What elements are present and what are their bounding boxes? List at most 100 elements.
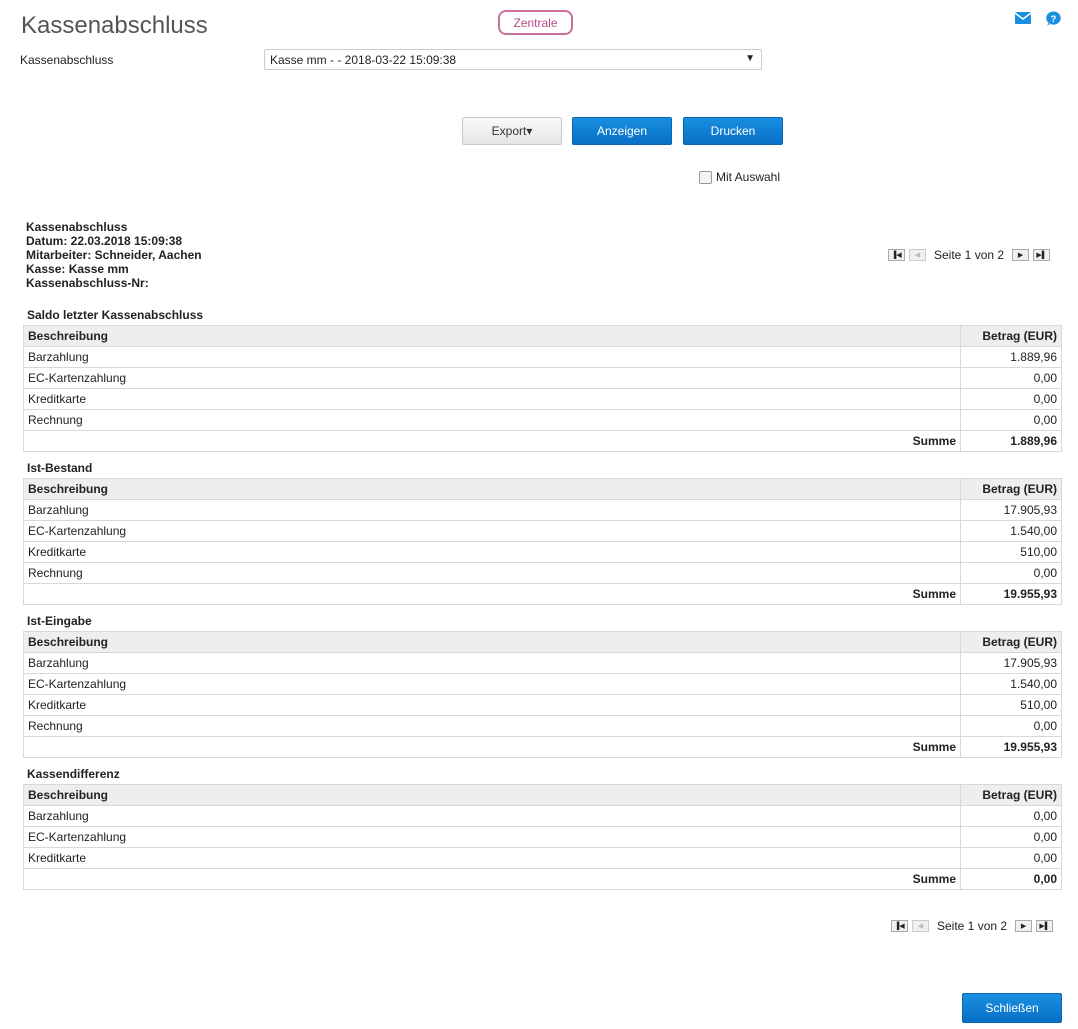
table-header-row: Beschreibung Betrag (EUR)	[23, 631, 1062, 653]
table-row: EC-Kartenzahlung 0,00	[23, 826, 1062, 848]
row-amount: 0,00	[960, 409, 1062, 431]
column-header-betrag: Betrag (EUR)	[960, 325, 1062, 347]
mit-auswahl-checkbox[interactable]	[699, 170, 712, 184]
svg-text:?: ?	[1051, 14, 1057, 24]
row-amount: 0,00	[960, 367, 1062, 389]
table-header-row: Beschreibung Betrag (EUR)	[23, 784, 1062, 806]
prev-page-icon[interactable]: ◀	[912, 920, 929, 932]
table-header-row: Beschreibung Betrag (EUR)	[23, 478, 1062, 500]
row-description: Barzahlung	[23, 346, 961, 368]
last-page-icon[interactable]: ▶▌	[1033, 249, 1051, 261]
info-nr: Kassenabschluss-Nr:	[26, 276, 149, 290]
row-description: Rechnung	[23, 562, 961, 584]
help-icon[interactable]: ?	[1046, 11, 1061, 26]
next-page-icon[interactable]: ▶	[1012, 249, 1030, 261]
pager-top: ▐◀ ◀ Seite 1 von 2 ▶ ▶▌	[886, 248, 1052, 262]
section-table: Beschreibung Betrag (EUR) Barzahlung 0,00 EC…	[23, 784, 1062, 890]
table-row: Barzahlung 17.905,93	[23, 652, 1062, 674]
page-indicator: Seite 1 von 2	[937, 919, 1008, 933]
sum-label: Summe	[23, 868, 961, 890]
sum-label: Summe	[23, 583, 961, 605]
first-page-icon[interactable]: ▐◀	[888, 249, 905, 261]
row-amount: 0,00	[960, 715, 1062, 737]
prev-page-icon[interactable]: ◀	[909, 249, 926, 261]
table-row: Kreditkarte 0,00	[23, 388, 1062, 410]
row-description: EC-Kartenzahlung	[23, 520, 961, 542]
sum-row: Summe 19.955,93	[23, 583, 1062, 605]
table-row: EC-Kartenzahlung 1.540,00	[23, 520, 1062, 542]
location-badge[interactable]: Zentrale	[498, 10, 573, 35]
mail-icon[interactable]	[1015, 11, 1031, 25]
table-row: Kreditkarte 0,00	[23, 847, 1062, 869]
row-amount: 510,00	[960, 541, 1062, 563]
sum-row: Summe 1.889,96	[23, 430, 1062, 452]
table-row: EC-Kartenzahlung 1.540,00	[23, 673, 1062, 695]
table-header-row: Beschreibung Betrag (EUR)	[23, 325, 1062, 347]
row-amount: 1.889,96	[960, 346, 1062, 368]
sum-amount: 1.889,96	[960, 430, 1062, 452]
section-title: Kassendifferenz	[27, 767, 120, 781]
info-kasse: Kasse: Kasse mm	[26, 262, 129, 276]
row-amount: 0,00	[960, 847, 1062, 869]
row-description: Barzahlung	[23, 652, 961, 674]
row-amount: 0,00	[960, 826, 1062, 848]
row-amount: 510,00	[960, 694, 1062, 716]
sum-amount: 0,00	[960, 868, 1062, 890]
column-header-beschreibung: Beschreibung	[23, 784, 961, 806]
select-value: Kasse mm - - 2018-03-22 15:09:38	[270, 52, 457, 67]
row-description: Kreditkarte	[23, 388, 961, 410]
section-title: Ist-Bestand	[27, 461, 93, 475]
column-header-beschreibung: Beschreibung	[23, 478, 961, 500]
section-title: Saldo letzter Kassenabschluss	[27, 308, 204, 322]
sum-amount: 19.955,93	[960, 736, 1062, 758]
sum-row: Summe 19.955,93	[23, 736, 1062, 758]
sum-row: Summe 0,00	[23, 868, 1062, 890]
anzeigen-button[interactable]: Anzeigen	[572, 117, 672, 145]
sum-label: Summe	[23, 736, 961, 758]
export-button[interactable]: Export▾	[462, 117, 562, 145]
last-page-icon[interactable]: ▶▌	[1036, 920, 1054, 932]
column-header-beschreibung: Beschreibung	[23, 325, 961, 347]
row-amount: 0,00	[960, 562, 1062, 584]
table-row: Kreditkarte 510,00	[23, 541, 1062, 563]
row-amount: 17.905,93	[960, 652, 1062, 674]
chevron-down-icon: ▼	[745, 53, 755, 64]
section-table: Beschreibung Betrag (EUR) Barzahlung 17.905…	[23, 478, 1062, 605]
sum-label: Summe	[23, 430, 961, 452]
row-description: Rechnung	[23, 715, 961, 737]
kassenabschluss-select[interactable]: Kasse mm - - 2018-03-22 15:09:38 ▼	[264, 49, 762, 70]
drucken-button[interactable]: Drucken	[683, 117, 783, 145]
table-row: Barzahlung 1.889,96	[23, 346, 1062, 368]
close-button[interactable]: Schließen	[962, 993, 1062, 1023]
info-title: Kassenabschluss	[26, 220, 128, 234]
page-title: Kassenabschluss	[21, 12, 208, 39]
kassenabschluss-label: Kassenabschluss	[20, 53, 114, 67]
row-description: Rechnung	[23, 409, 961, 431]
row-amount: 0,00	[960, 388, 1062, 410]
table-row: Rechnung 0,00	[23, 562, 1062, 584]
table-row: Kreditkarte 510,00	[23, 694, 1062, 716]
column-header-betrag: Betrag (EUR)	[960, 784, 1062, 806]
pager-bottom: ▐◀ ◀ Seite 1 von 2 ▶ ▶▌	[889, 919, 1055, 933]
table-row: EC-Kartenzahlung 0,00	[23, 367, 1062, 389]
row-description: EC-Kartenzahlung	[23, 367, 961, 389]
row-description: Kreditkarte	[23, 541, 961, 563]
sum-amount: 19.955,93	[960, 583, 1062, 605]
row-amount: 0,00	[960, 805, 1062, 827]
table-row: Barzahlung 0,00	[23, 805, 1062, 827]
column-header-beschreibung: Beschreibung	[23, 631, 961, 653]
table-row: Rechnung 0,00	[23, 409, 1062, 431]
table-row: Barzahlung 17.905,93	[23, 499, 1062, 521]
next-page-icon[interactable]: ▶	[1015, 920, 1033, 932]
row-description: Barzahlung	[23, 499, 961, 521]
section-title: Ist-Eingabe	[27, 614, 92, 628]
row-amount: 17.905,93	[960, 499, 1062, 521]
first-page-icon[interactable]: ▐◀	[891, 920, 908, 932]
row-amount: 1.540,00	[960, 673, 1062, 695]
report-info: Kassenabschluss Datum: 22.03.2018 15:09:…	[26, 220, 202, 290]
mit-auswahl-checkbox-row[interactable]: Mit Auswahl	[699, 170, 780, 184]
info-datum: Datum: 22.03.2018 15:09:38	[26, 234, 183, 248]
section-table: Beschreibung Betrag (EUR) Barzahlung 17.905…	[23, 631, 1062, 758]
row-description: EC-Kartenzahlung	[23, 673, 961, 695]
row-amount: 1.540,00	[960, 520, 1062, 542]
